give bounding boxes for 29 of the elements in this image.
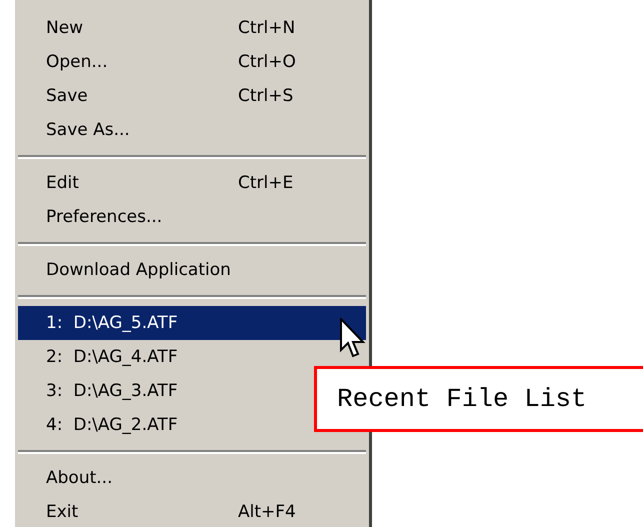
menu-item[interactable]: Open... Ctrl+O [18,45,366,79]
menu-item[interactable]: New Ctrl+N [18,11,366,45]
menu-item[interactable]: About... [18,461,366,495]
shortcut-label: Alt+F4 [238,502,297,522]
menu-item[interactable]: Exit Alt+F4 [18,495,366,527]
menu-item-label: Preferences... [46,207,162,227]
menu-item-label: Save As... [46,120,130,140]
shortcut-label: Ctrl+E [238,173,294,193]
mouse-pointer-icon [340,318,366,360]
menu-item-label: Open... [46,52,108,72]
menu-item[interactable]: 1: D:\AG_5.ATF [18,306,366,340]
menu-item-label: Edit [46,173,79,193]
menu-item[interactable]: Download Application [18,253,366,287]
menu-item-label: 1: D:\AG_5.ATF [46,313,178,333]
menu-item[interactable]: Save As... [18,113,366,147]
callout-tooltip: Recent File List [314,366,643,432]
shortcut-label: Ctrl+O [238,52,297,72]
shortcut-label: Ctrl+S [238,86,294,106]
menu-item-label: Save [46,86,88,106]
menu-item-label: Exit [46,502,78,522]
menu-item[interactable]: Preferences... [18,200,366,234]
menu-item-label: New [46,18,84,38]
menu-item[interactable]: Edit Ctrl+E [18,166,366,200]
shortcut-label: Ctrl+N [238,18,296,38]
menu-item-label: 4: D:\AG_2.ATF [46,415,178,435]
menu-item-label: About... [46,468,112,488]
menu-item[interactable]: Save Ctrl+S [18,79,366,113]
menu-item-label: 2: D:\AG_4.ATF [46,347,178,367]
menu-item-label: Download Application [46,260,231,280]
